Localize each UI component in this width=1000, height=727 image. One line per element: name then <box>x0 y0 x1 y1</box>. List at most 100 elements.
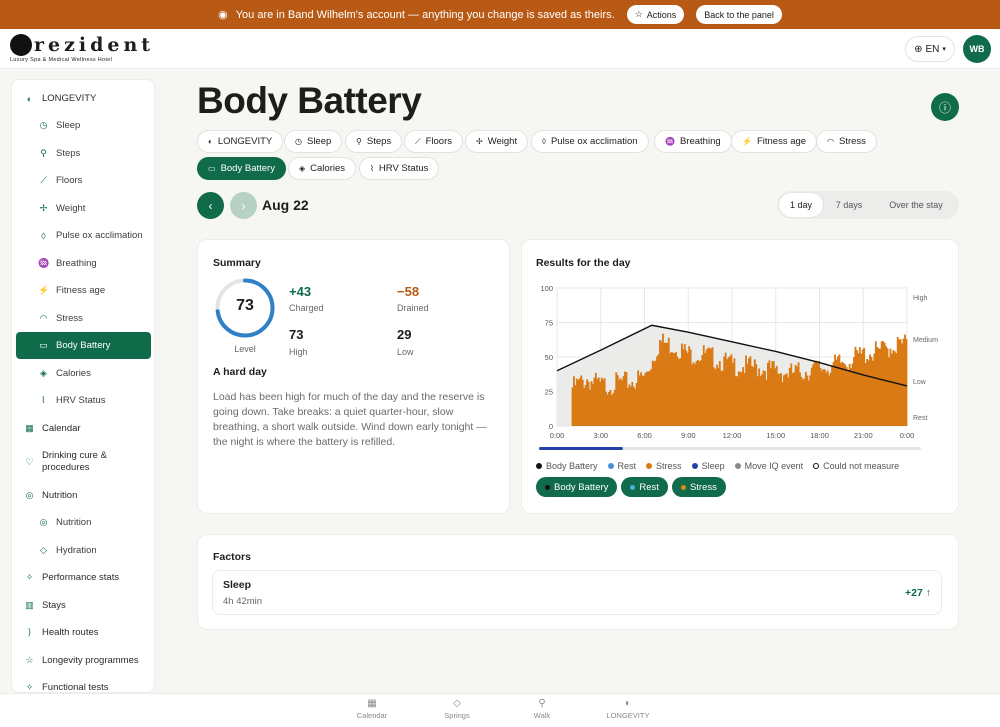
clock-icon: ◷ <box>39 120 48 130</box>
factor-value: +27 ↑ <box>905 587 931 599</box>
toggle-dot <box>680 484 686 490</box>
bottom-nav-springs[interactable]: ◇ Springs <box>427 698 487 720</box>
factor-detail: 4h 42min <box>223 596 263 607</box>
bottom-nav-longevity[interactable]: ◐ LONGEVITY <box>598 698 658 720</box>
charged-value: +43 <box>289 284 312 299</box>
chip-floors[interactable]: ⟋ Floors <box>404 130 464 153</box>
sidebar-item-breathing[interactable]: ♒ Breathing <box>16 250 151 277</box>
chip-label: Steps <box>366 136 392 147</box>
target-icon: ◎ <box>39 517 48 527</box>
legend-dot <box>646 463 653 469</box>
range-option-1-day[interactable]: 1 day <box>779 193 823 217</box>
scale-icon: ✢ <box>39 203 48 213</box>
sidebar-item-hydration[interactable]: ◇ Hydration <box>16 537 151 564</box>
building-icon: ▥ <box>25 600 34 610</box>
sidebar-item-label: Sleep <box>56 120 81 131</box>
bottom-nav-walk[interactable]: ⚲ Walk <box>512 698 572 720</box>
toggle-body-battery[interactable]: Body Battery <box>536 477 618 497</box>
x-tick-label: 21:00 <box>854 431 873 440</box>
sidebar-item-label: Fitness age <box>56 285 106 296</box>
calendar-icon: ▦ <box>25 423 34 433</box>
leaf-icon: ◐ <box>26 93 33 104</box>
sidebar-item-hrv-status[interactable]: ⌇ HRV Status <box>16 387 151 414</box>
sidebar-item-body-battery[interactable]: ▭ Body Battery <box>16 332 151 359</box>
bottom-nav-label: Springs <box>444 711 470 720</box>
sidebar-item-calendar[interactable]: ▦ Calendar <box>16 415 151 442</box>
brand-logo[interactable]: rezident Luxury Spa & Medical Wellness H… <box>10 34 154 63</box>
chip-body-battery[interactable]: ▭ Body Battery <box>197 157 286 180</box>
sidebar-item-label: Weight <box>56 203 86 214</box>
x-tick-label: 0:00 <box>550 431 565 440</box>
info-button[interactable]: ⓘ <box>931 93 959 121</box>
toggle-dot <box>545 484 550 490</box>
next-day-button[interactable]: › <box>230 192 257 219</box>
user-avatar[interactable]: WB <box>963 35 991 63</box>
stress-bar <box>905 339 908 426</box>
sidebar-item-calories[interactable]: ◈ Calories <box>16 360 151 387</box>
chip-calories[interactable]: ◈ Calories <box>288 157 357 180</box>
sidebar-item-stress[interactable]: ◠ Stress <box>16 305 151 332</box>
sidebar-item-floors[interactable]: ⟋ Floors <box>16 167 151 194</box>
chip-fitness-age[interactable]: ⚡ Fitness age <box>731 130 818 153</box>
sidebar-item-label: Pulse ox acclimation <box>56 230 143 241</box>
range-option-7-days[interactable]: 7 days <box>823 193 875 217</box>
sidebar-item-stays[interactable]: ▥ Stays <box>16 592 151 619</box>
drained-value: −58 <box>397 284 420 299</box>
sidebar-item-drinking-cure[interactable]: ♡ Drinking cure & procedures <box>16 446 151 478</box>
toggle-stress[interactable]: Stress <box>671 477 726 497</box>
toggle-dot <box>630 484 636 490</box>
x-tick-label: 0:00 <box>900 431 915 440</box>
heart-icon: ♡ <box>25 457 34 467</box>
star-icon: ☆ <box>25 655 34 665</box>
sidebar-item-functional-tests[interactable]: ✧ Functional tests <box>16 674 151 692</box>
chip-breathing[interactable]: ♒ Breathing <box>654 130 732 153</box>
target-icon: ◎ <box>25 490 34 500</box>
sidebar-item-longevity[interactable]: ◐ LONGEVITY <box>16 85 151 112</box>
low-label: Low <box>397 347 414 357</box>
sidebar-item-sleep[interactable]: ◷ Sleep <box>16 112 151 139</box>
legend-dot <box>691 463 698 469</box>
chip-stress[interactable]: ◠ Stress <box>816 130 877 153</box>
toggle-label: Body Battery <box>554 481 609 493</box>
actions-button[interactable]: ☆ Actions <box>626 5 685 24</box>
chip-weight[interactable]: ✢ Weight <box>465 130 529 153</box>
sidebar-item-longevity-programmes[interactable]: ☆ Longevity programmes <box>16 647 151 674</box>
factor-name: Sleep <box>223 579 252 591</box>
previous-day-button[interactable]: ‹ <box>197 192 224 219</box>
chip-label: Body Battery <box>220 163 275 174</box>
chip-label: Sleep <box>306 136 332 147</box>
low-value: 29 <box>397 327 412 342</box>
bottom-nav: ▦ Calendar ◇ Springs ⚲ Walk ◐ LONGEVITY <box>0 693 1000 727</box>
route-icon: ⟩ <box>27 627 32 637</box>
language-selector[interactable]: ⊕ EN ▾ <box>905 36 955 62</box>
sidebar-item-fitness-age[interactable]: ⚡ Fitness age <box>16 277 151 304</box>
sidebar-item-health-routes[interactable]: ⟩ Health routes <box>16 619 151 646</box>
bottom-nav-calendar[interactable]: ▦ Calendar <box>342 698 402 720</box>
bottom-nav-label: Calendar <box>356 711 388 720</box>
sidebar-item-nutrition[interactable]: ◎ Nutrition <box>16 482 151 509</box>
sparkle-icon: ✧ <box>25 682 34 692</box>
chip-steps[interactable]: ⚲ Steps <box>345 130 403 153</box>
chip-pulse-ox[interactable]: ◊ Pulse ox acclimation <box>531 130 649 153</box>
sidebar-item-steps[interactable]: ⚲ Steps <box>16 140 151 167</box>
sidebar-item-pulse-ox[interactable]: ◊ Pulse ox acclimation <box>16 222 151 249</box>
chip-hrv-status[interactable]: ⌇ HRV Status <box>359 157 440 180</box>
chip-sleep[interactable]: ◷ Sleep <box>284 130 343 153</box>
factors-card: Factors Sleep 4h 42min +27 ↑ <box>197 534 959 630</box>
sidebar-item-label: LONGEVITY <box>42 93 97 104</box>
sidebar-item-performance-stats[interactable]: ✧ Performance stats <box>16 564 151 591</box>
sidebar-item-nutrition-sub[interactable]: ◎ Nutrition <box>16 509 151 536</box>
stairs-icon: ⟋ <box>415 136 421 146</box>
sidebar-item-weight[interactable]: ✢ Weight <box>16 195 151 222</box>
toggle-rest[interactable]: Rest <box>621 477 668 497</box>
chip-label: Stress <box>838 136 866 147</box>
gauge-icon: ◠ <box>827 137 834 146</box>
summary-headline: A hard day <box>213 366 267 378</box>
stress-level-label: Medium <box>913 337 938 344</box>
range-option-over-the-stay[interactable]: Over the stay <box>875 193 957 217</box>
chip-longevity[interactable]: ◐ LONGEVITY <box>197 130 284 153</box>
x-tick-label: 9:00 <box>681 431 696 440</box>
back-to-panel-button[interactable]: Back to the panel <box>696 5 782 24</box>
legend-label: Sleep <box>701 461 725 471</box>
factor-row-sleep[interactable]: Sleep 4h 42min +27 ↑ <box>212 570 942 615</box>
